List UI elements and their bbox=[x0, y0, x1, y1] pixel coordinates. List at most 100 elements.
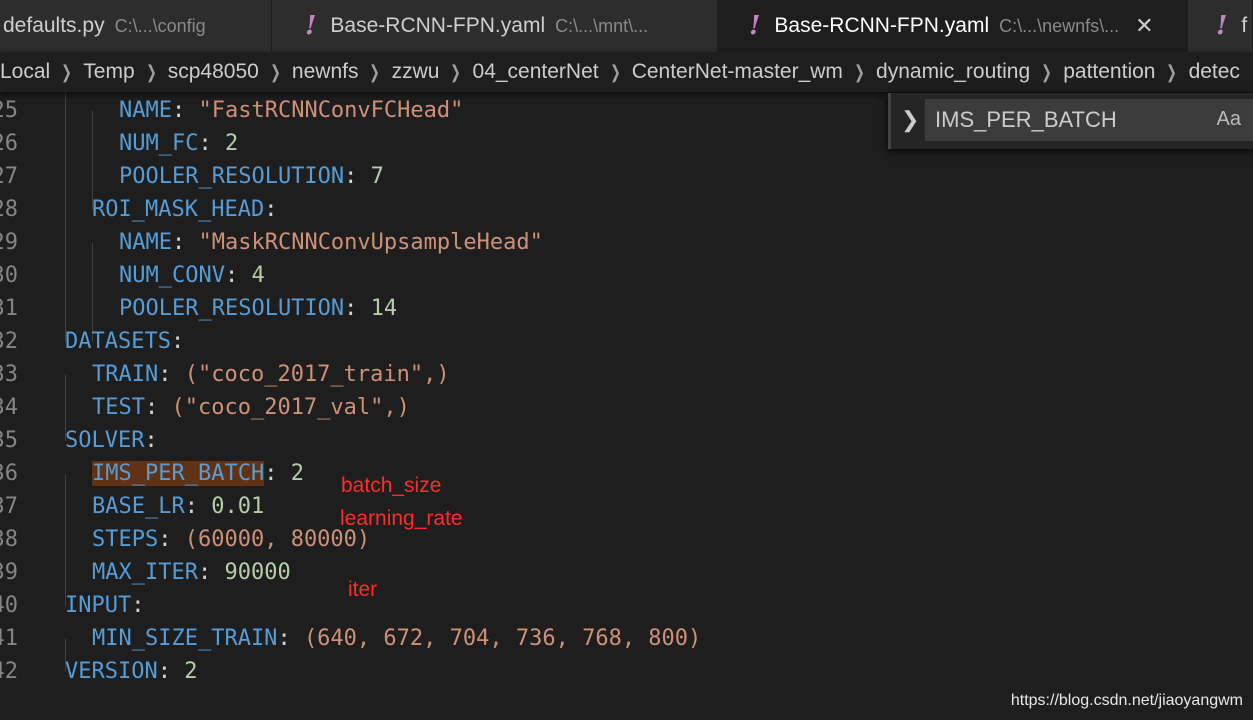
breadcrumb-item[interactable]: dynamic_routing bbox=[876, 60, 1030, 84]
code-line[interactable]: 40 INPUT: bbox=[0, 589, 1253, 622]
code-text: DATASETS: bbox=[65, 325, 184, 358]
code-line[interactable]: 41 MIN_SIZE_TRAIN: (640, 672, 704, 736, 7… bbox=[0, 622, 1253, 655]
line-number: 32 bbox=[0, 329, 18, 354]
yaml-value: (640, 672, 704, 736, 768, 800) bbox=[303, 626, 702, 651]
yaml-key: STEPS bbox=[92, 527, 159, 552]
code-line[interactable]: 38 STEPS: (60000, 80000) bbox=[0, 523, 1253, 556]
yaml-file-icon: ! bbox=[305, 11, 317, 41]
line-number: 38 bbox=[0, 527, 18, 552]
code-line[interactable]: 28 ROI_MASK_HEAD: bbox=[0, 193, 1253, 226]
yaml-colon: : bbox=[277, 626, 304, 651]
code-text: VERSION: 2 bbox=[65, 655, 197, 688]
chevron-right-icon: ❯ bbox=[369, 61, 381, 82]
chevron-right-icon: ❯ bbox=[270, 61, 281, 82]
code-text: INPUT: bbox=[65, 589, 144, 622]
code-text: TEST: ("coco_2017_val",) bbox=[92, 391, 410, 424]
yaml-key: NUM_FC bbox=[119, 131, 199, 156]
code-line[interactable]: 36 IMS_PER_BATCH: 2 bbox=[0, 457, 1253, 490]
code-text: IMS_PER_BATCH: 2 bbox=[92, 457, 304, 490]
breadcrumb-item[interactable]: pattention bbox=[1063, 60, 1155, 84]
code-line[interactable]: 32 DATASETS: bbox=[0, 325, 1253, 358]
yaml-value: ("coco_2017_val",) bbox=[171, 395, 410, 420]
tab-name: Base-RCNN-FPN.yaml bbox=[774, 14, 990, 37]
yaml-key: NAME bbox=[119, 98, 172, 123]
code-line[interactable]: 34 TEST: ("coco_2017_val",) bbox=[0, 391, 1253, 424]
code-line[interactable]: 42 VERSION: 2 bbox=[0, 655, 1253, 688]
yaml-value: 90000 bbox=[224, 560, 291, 585]
line-number: 29 bbox=[0, 230, 18, 255]
search-match: IMS_PER_BATCH bbox=[92, 461, 265, 486]
breadcrumb-item[interactable]: detec bbox=[1189, 60, 1240, 84]
yaml-colon: : bbox=[144, 395, 172, 420]
code-text: NUM_CONV: 4 bbox=[119, 259, 265, 292]
code-line[interactable]: 37 BASE_LR: 0.01 bbox=[0, 490, 1253, 523]
yaml-key: TRAIN bbox=[92, 362, 159, 387]
tab-defaults-py[interactable]: defaults.py C:\...\config bbox=[0, 0, 272, 52]
code-line[interactable]: 31 POOLER_RESOLUTION: 14 bbox=[0, 292, 1253, 325]
code-text: ROI_MASK_HEAD: bbox=[92, 193, 277, 226]
yaml-colon: : bbox=[264, 461, 291, 486]
code-text: POOLER_RESOLUTION: 7 bbox=[119, 160, 384, 193]
breadcrumb: Local ❯ Temp ❯ scp48050 ❯ newnfs ❯ zzwu ❯ 04_cente… bbox=[0, 52, 1253, 92]
yaml-value: "MaskRCNNConvUpsampleHead" bbox=[198, 230, 543, 255]
tab-base-rcnn-fpn-mnt[interactable]: ! Base-RCNN-FPN.yaml C:\...\mnt\... bbox=[272, 0, 718, 52]
code-editor[interactable]: 24ROI_BOX_HEAD:25NAME: "FastRCNNConvFCHe… bbox=[0, 78, 1253, 720]
tab-name: Base-RCNN-FPN.yaml bbox=[330, 14, 546, 37]
line-number: 40 bbox=[0, 593, 18, 618]
tab-base-rcnn-fpn-newnfs[interactable]: ! Base-RCNN-FPN.yaml C:\...\newnfs\... ✕ bbox=[718, 0, 1188, 52]
match-case-toggle[interactable]: Aa bbox=[1217, 108, 1241, 131]
line-number: 39 bbox=[0, 560, 18, 585]
yaml-value: 0.01 bbox=[211, 494, 265, 519]
code-line[interactable]: 29 NAME: "MaskRCNNConvUpsampleHead" bbox=[0, 226, 1253, 259]
yaml-value: "FastRCNNConvFCHead" bbox=[198, 98, 464, 123]
line-number: 42 bbox=[0, 659, 18, 684]
yaml-colon: : bbox=[224, 263, 252, 288]
close-icon[interactable]: ✕ bbox=[1135, 13, 1153, 39]
watermark: https://blog.csdn.net/jiaoyangwm bbox=[1010, 692, 1243, 709]
breadcrumb-item[interactable]: CenterNet-master_wm bbox=[632, 60, 843, 84]
chevron-right-icon: ❯ bbox=[61, 61, 73, 82]
line-number: 26 bbox=[0, 131, 18, 156]
chevron-right-icon: ❯ bbox=[1166, 61, 1178, 82]
yaml-colon: : bbox=[264, 197, 278, 222]
tab-name: defaults.py bbox=[3, 14, 105, 37]
code-line[interactable]: 33 TRAIN: ("coco_2017_train",) bbox=[0, 358, 1253, 391]
tab-name: f bbox=[1241, 14, 1248, 37]
tab-path: C:\...\config bbox=[114, 15, 206, 36]
code-line[interactable]: 35 SOLVER: bbox=[0, 424, 1253, 457]
breadcrumb-item[interactable]: scp48050 bbox=[168, 60, 259, 84]
code-text: STEPS: (60000, 80000) bbox=[92, 523, 370, 556]
yaml-value: 2 bbox=[290, 461, 304, 486]
yaml-colon: : bbox=[144, 428, 158, 453]
yaml-colon: : bbox=[171, 98, 199, 123]
breadcrumb-item[interactable]: Temp bbox=[83, 60, 134, 84]
yaml-colon: : bbox=[171, 230, 199, 255]
breadcrumb-item[interactable]: zzwu bbox=[392, 60, 440, 84]
tab-overflow[interactable]: ! f bbox=[1188, 0, 1253, 52]
breadcrumb-item[interactable]: 04_centerNet bbox=[473, 60, 599, 84]
yaml-key: VERSION bbox=[65, 659, 158, 684]
code-text: BASE_LR: 0.01 bbox=[92, 490, 264, 523]
tab-path: C:\...\mnt\... bbox=[555, 15, 649, 36]
code-line[interactable]: 30 NUM_CONV: 4 bbox=[0, 259, 1253, 292]
breadcrumb-item[interactable]: newnfs bbox=[292, 60, 359, 84]
line-number: 35 bbox=[0, 428, 18, 453]
yaml-value: ("coco_2017_train",) bbox=[184, 362, 450, 387]
tab-bar: defaults.py C:\...\config ! Base-RCNN-FP… bbox=[0, 0, 1253, 52]
yaml-value: 2 bbox=[184, 659, 198, 684]
code-line[interactable]: 27 POOLER_RESOLUTION: 7 bbox=[0, 160, 1253, 193]
yaml-key: TEST bbox=[92, 395, 145, 420]
yaml-key: ROI_MASK_HEAD bbox=[92, 197, 265, 222]
line-number: 31 bbox=[0, 296, 18, 321]
line-number: 37 bbox=[0, 494, 18, 519]
yaml-value: 14 bbox=[370, 296, 398, 321]
yaml-colon: : bbox=[184, 494, 212, 519]
yaml-key: INPUT bbox=[65, 593, 132, 618]
code-text: MIN_SIZE_TRAIN: (640, 672, 704, 736, 768… bbox=[92, 622, 701, 655]
find-input[interactable] bbox=[925, 99, 1253, 141]
code-line[interactable]: 39 MAX_ITER: 90000 bbox=[0, 556, 1253, 589]
breadcrumb-item[interactable]: Local bbox=[0, 60, 50, 84]
code-text: MAX_ITER: 90000 bbox=[92, 556, 291, 589]
chevron-right-icon[interactable]: ❯ bbox=[901, 107, 919, 133]
yaml-key: POOLER_RESOLUTION bbox=[119, 164, 345, 189]
